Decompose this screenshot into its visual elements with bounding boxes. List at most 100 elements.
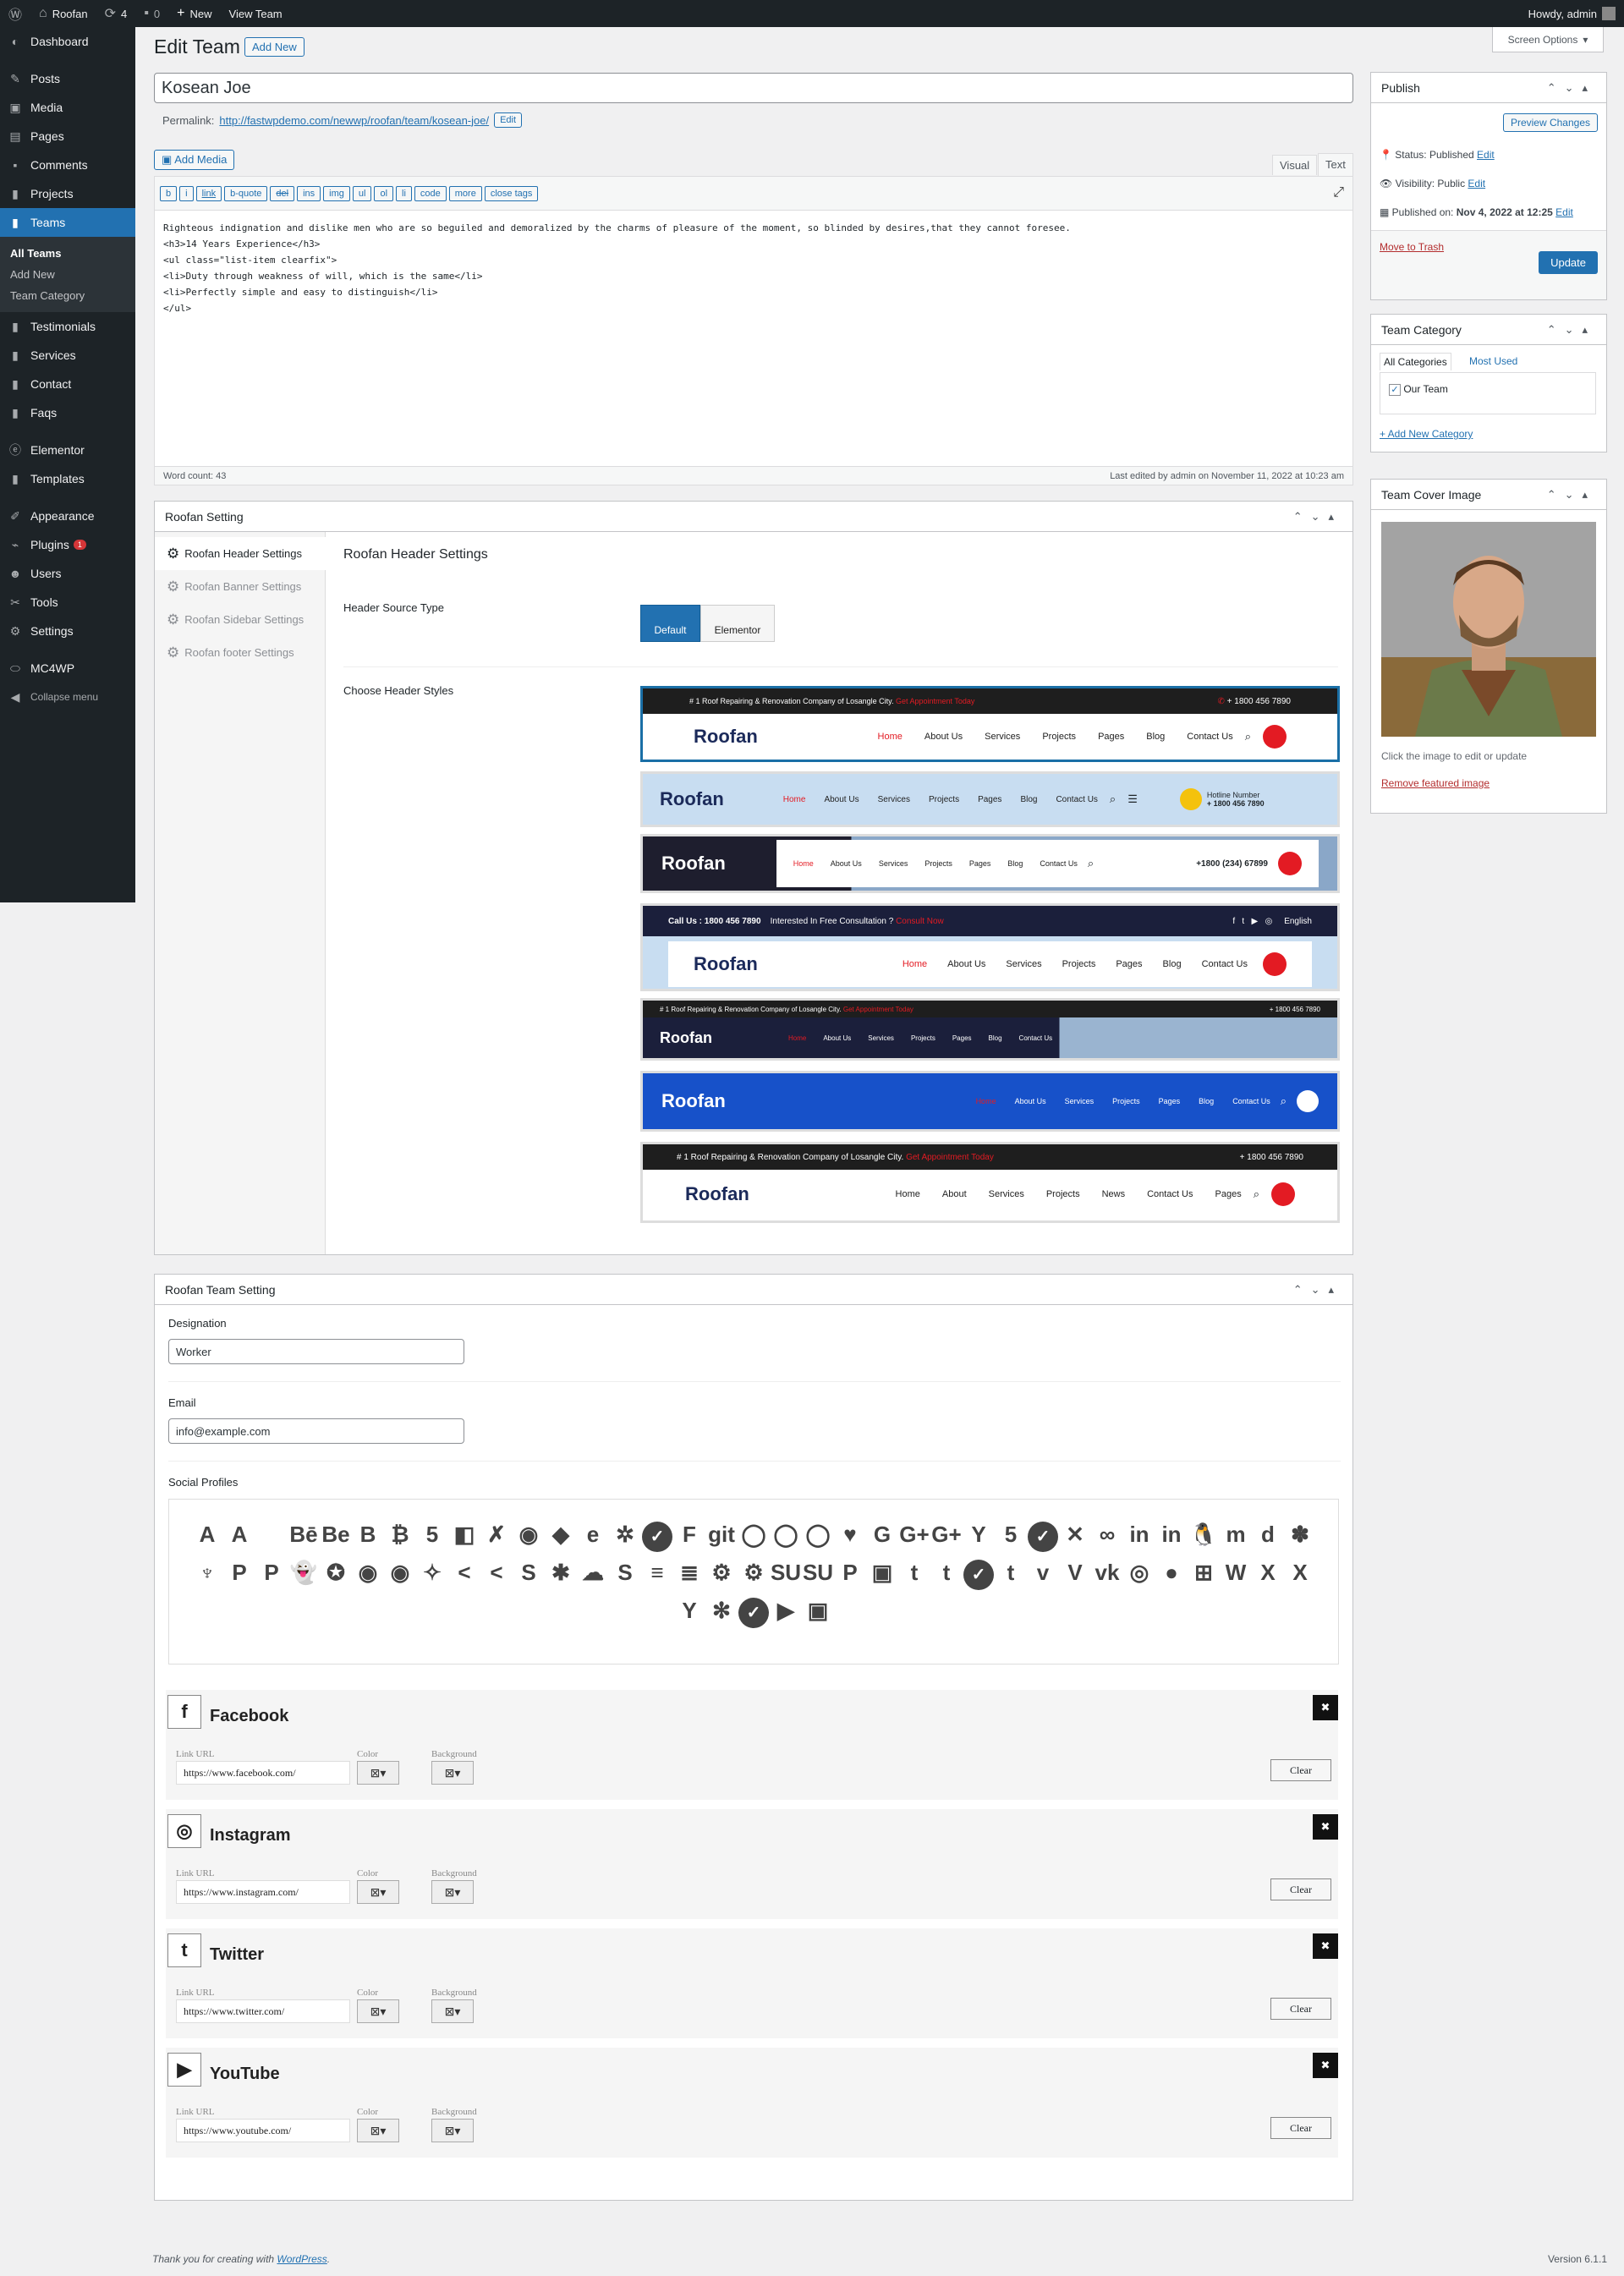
sidebar-item-users[interactable]: ☻ Users (0, 559, 135, 588)
social-icon-option[interactable]: P (223, 1555, 255, 1589)
comments-link[interactable]: ▪ 0 (135, 0, 168, 27)
background-picker[interactable]: ⊠▾ (431, 1761, 474, 1785)
social-icon-option[interactable]: ◯ (738, 1517, 770, 1551)
screen-options-button[interactable]: Screen Options ▾ (1492, 27, 1604, 52)
fullscreen-icon[interactable]: ⤢ (1333, 185, 1344, 200)
social-icon-option[interactable]: ✪ (320, 1555, 352, 1589)
sidebar-item-teams[interactable]: ▮ Teams (0, 208, 135, 237)
social-icon-option[interactable]: t (930, 1555, 963, 1589)
social-icon-option[interactable]: A (223, 1517, 255, 1551)
social-icon-option[interactable]: ∞ (1091, 1517, 1123, 1551)
quicktag-button[interactable]: ul (352, 185, 372, 201)
social-icon-option[interactable]: < (480, 1555, 513, 1589)
social-icon-option[interactable]: ✱ (545, 1555, 577, 1589)
social-icon-option[interactable]: B (352, 1517, 384, 1551)
permalink-link[interactable]: http://fastwpdemo.com/newwp/roofan/team/… (219, 114, 489, 127)
box-controls-icon[interactable]: ⌃⌄▴ (1547, 81, 1596, 95)
editor-textarea[interactable]: Righteous indignation and dislike men wh… (163, 220, 1071, 316)
quicktag-button[interactable]: i (179, 185, 194, 201)
quicktag-button[interactable]: b (160, 185, 178, 201)
add-media-button[interactable]: ▣ Add Media (154, 150, 235, 170)
date-edit-link[interactable]: Edit (1555, 206, 1573, 218)
sidebar-item-elementor[interactable]: ⓔ Elementor (0, 436, 135, 464)
social-icon-option[interactable]: A (191, 1517, 223, 1551)
social-icon-option[interactable]: m (1220, 1517, 1252, 1551)
social-icon-option[interactable]: S (609, 1555, 641, 1589)
header-style-5[interactable]: # 1 Roof Repairing & Renovation Company … (640, 998, 1340, 1061)
link-url-input[interactable]: https://www.youtube.com/ (176, 2119, 350, 2142)
settings-tab[interactable]: ⚙ Roofan Banner Settings (155, 570, 325, 603)
social-icon-option[interactable]: ◯ (770, 1517, 802, 1551)
link-url-input[interactable]: https://www.instagram.com/ (176, 1880, 350, 1904)
sidebar-item-settings[interactable]: ⚙ Settings (0, 617, 135, 645)
wp-logo[interactable]: Ⓦ (0, 0, 30, 27)
social-icon-option[interactable]: 🐧 (1188, 1517, 1220, 1551)
color-picker[interactable]: ⊠▾ (357, 1761, 399, 1785)
social-icon-option[interactable]: F (673, 1517, 705, 1551)
social-icon-option[interactable]: G (866, 1517, 898, 1551)
header-style-2[interactable]: Roofan Home About Us Services Projects Pages… (640, 771, 1340, 827)
option-elementor[interactable]: Elementor (700, 605, 775, 642)
social-icon-option[interactable]: ◧ (448, 1517, 480, 1551)
link-url-input[interactable]: https://www.twitter.com/ (176, 1999, 350, 2023)
sidebar-item-media[interactable]: ▣ Media (0, 93, 135, 122)
submenu-item[interactable]: Team Category (0, 285, 135, 306)
social-icon-option[interactable]: t (995, 1555, 1027, 1589)
social-icon-option[interactable]: Be (320, 1517, 352, 1551)
social-icon-option[interactable]: ✕ (1059, 1517, 1091, 1551)
tab-all-categories[interactable]: All Categories (1380, 353, 1451, 370)
social-icon-option[interactable]: ◉ (384, 1555, 416, 1589)
sidebar-item-tools[interactable]: ✂ Tools (0, 588, 135, 617)
box-controls-icon[interactable]: ⌃⌄▴ (1547, 488, 1596, 502)
quicktag-button[interactable]: more (448, 185, 482, 201)
box-controls-icon[interactable]: ⌃⌄▴ (1547, 323, 1596, 337)
social-icon-option[interactable]: ⚙ (738, 1555, 770, 1589)
sidebar-item-pages[interactable]: ▤ Pages (0, 122, 135, 151)
social-icon-option[interactable]: V (1059, 1555, 1091, 1589)
visibility-edit-link[interactable]: Edit (1468, 178, 1485, 189)
social-icon-option[interactable]: < (448, 1555, 480, 1589)
remove-featured-image-link[interactable]: Remove featured image (1381, 777, 1490, 789)
quicktag-button[interactable]: b-quote (224, 185, 268, 201)
site-link[interactable]: ⌂ Roofan (30, 0, 96, 27)
view-team-link[interactable]: View Team (221, 0, 291, 27)
social-icon-option[interactable]: X (1252, 1555, 1284, 1589)
sidebar-item-plugins[interactable]: ⌁ Plugins 1 (0, 530, 135, 559)
new-link[interactable]: + New (168, 0, 220, 27)
social-icon-option[interactable]: ▶ (770, 1593, 802, 1627)
designation-input[interactable]: Worker (168, 1339, 464, 1364)
header-style-1[interactable]: # 1 Roof Repairing & Renovation Company … (640, 686, 1340, 762)
status-edit-link[interactable]: Edit (1477, 149, 1495, 161)
sidebar-item-projects[interactable]: ▮ Projects (0, 179, 135, 208)
social-icon-option[interactable]: ● (1155, 1555, 1188, 1589)
social-icon-option[interactable]: ◎ (1123, 1555, 1155, 1589)
social-icon-option[interactable]: ✓ (1028, 1522, 1058, 1552)
quicktag-button[interactable]: li (396, 185, 412, 201)
social-icon-option[interactable]: 5 (995, 1517, 1027, 1551)
social-icon-option[interactable]: ◉ (352, 1555, 384, 1589)
add-new-category-link[interactable]: + Add New Category (1380, 428, 1473, 440)
tab-most-used[interactable]: Most Used (1469, 355, 1517, 367)
social-icon-option[interactable]: ≡ (641, 1555, 673, 1589)
howdy-link[interactable]: Howdy, admin (1520, 0, 1624, 27)
header-style-3[interactable]: Roofan Home About Us Services Projects Pages… (640, 834, 1340, 893)
background-picker[interactable]: ⊠▾ (431, 1999, 474, 2023)
social-icon-option[interactable]: e (577, 1517, 609, 1551)
social-icon-option[interactable]: in (1123, 1517, 1155, 1551)
submenu-item[interactable]: Add New (0, 264, 135, 285)
social-icon-option[interactable] (255, 1508, 288, 1542)
sidebar-item-contact[interactable]: ▮ Contact (0, 370, 135, 398)
add-new-button[interactable]: Add New (244, 37, 304, 57)
remove-profile-button[interactable]: ✖ (1313, 1814, 1338, 1840)
social-icon-option[interactable]: ✻ (705, 1593, 738, 1627)
remove-profile-button[interactable]: ✖ (1313, 1933, 1338, 1959)
settings-tab[interactable]: ⚙ Roofan Sidebar Settings (155, 603, 325, 636)
color-picker[interactable]: ⊠▾ (357, 1999, 399, 2023)
email-input[interactable]: info@example.com (168, 1418, 464, 1444)
sidebar-item-posts[interactable]: ✎ Posts (0, 64, 135, 93)
clear-button[interactable]: Clear (1270, 1878, 1331, 1900)
social-icon-option[interactable]: P (834, 1555, 866, 1589)
header-style-6[interactable]: Roofan Home About Us Services Projects Pages… (640, 1071, 1340, 1132)
quicktag-button[interactable]: close tags (484, 185, 539, 201)
social-icon-option[interactable]: d (1252, 1517, 1284, 1551)
